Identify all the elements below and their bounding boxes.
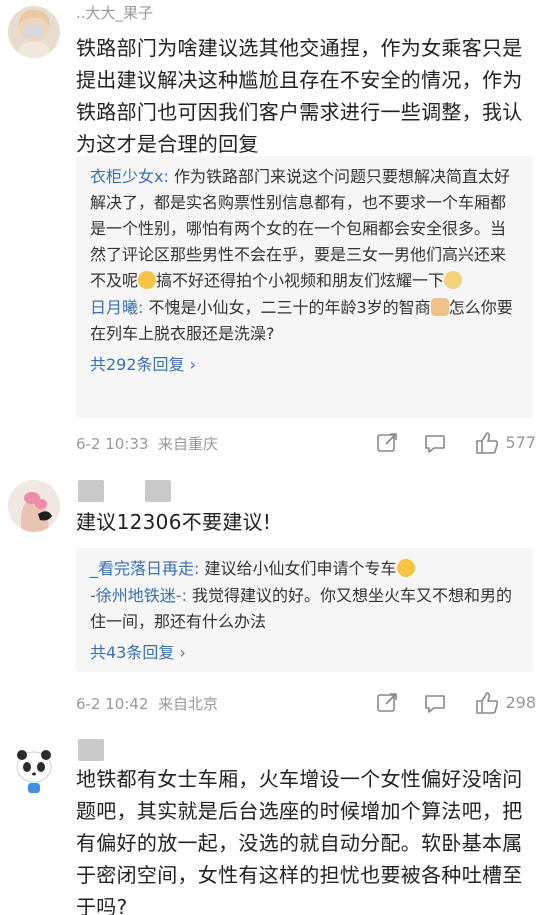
reply-text-continued: 搞不好还得拍个小视频和朋友们炫耀一下 (156, 271, 445, 290)
comment-text: 地铁都有女士车厢，火车增设一个女性偏好没啥问题吧，其实就是后台选座的时候增加个算… (76, 767, 523, 915)
reply-text: 不愧是小仙女，二三十的年龄3岁的智商 (148, 298, 431, 317)
comment-text: 建议12306不要建议! (76, 510, 272, 534)
reply-item[interactable]: -徐州地铁迷-: 我觉得建议的好。你又想坐火车又不想和男的住一间，那还有什么办法 (90, 583, 519, 635)
reply-list[interactable]: 衣柜少女x: 作为铁路部门来说这个问题只要想解决简直太好解决了，都是实名购票性别… (76, 156, 533, 418)
avatar[interactable] (8, 6, 60, 58)
username-redacted (78, 480, 104, 502)
reply-author[interactable]: -徐州地铁迷- (90, 586, 182, 605)
reply-author[interactable]: _看完落日再走 (90, 559, 194, 578)
like-icon[interactable] (474, 430, 500, 456)
reply-item[interactable]: 衣柜少女x: 作为铁路部门来说这个问题只要想解决简直太好解决了，都是实名购票性别… (90, 164, 519, 294)
like-count: 577 (505, 433, 536, 452)
dog-emoji-icon (444, 271, 463, 289)
share-icon[interactable] (374, 430, 400, 456)
like-icon[interactable] (474, 690, 500, 716)
reply-item[interactable]: 日月曦: 不愧是小仙女，二三十的年龄3岁的智商 怎么你要在列车上脱衣服还是洗澡? (90, 295, 519, 347)
avatar[interactable] (8, 743, 60, 795)
comment-meta: 6-2 10:33 来自重庆 577 (76, 430, 536, 458)
comment-text: 铁路部门为啥建议选其他交通捏，作为女乘客只是提出建议解决这种尴尬且存在不安全的情… (76, 36, 523, 156)
heart-eyes-emoji-icon (396, 559, 415, 577)
reply-text: 建议给小仙女们申请个专车 (204, 559, 397, 578)
avatar[interactable] (8, 480, 60, 532)
username-redacted (78, 739, 104, 761)
more-replies-link[interactable]: 共43条回复 › (90, 639, 519, 667)
comment-icon[interactable] (422, 430, 448, 456)
share-icon[interactable] (374, 690, 400, 716)
comment-2: 建议12306不要建议! _看完落日再走: 建议给小仙女们申请个专车 -徐州地铁… (0, 472, 545, 722)
thumbs-up-emoji-icon (430, 298, 449, 316)
comment-time: 6-2 10:33 来自重庆 (76, 435, 219, 453)
more-replies-link[interactable]: 共292条回复 › (90, 351, 519, 379)
comment-3: 地铁都有女士车厢，火车增设一个女性偏好没啥问题吧，其实就是后台选座的时候增加个算… (0, 735, 545, 915)
reply-list[interactable]: _看完落日再走: 建议给小仙女们申请个专车 -徐州地铁迷-: 我觉得建议的好。你… (76, 548, 533, 672)
comment-meta: 6-2 10:42 来自北京 298 (76, 690, 536, 718)
crying-emoji-icon (138, 271, 157, 289)
username[interactable]: ..大大_果子 (76, 2, 153, 23)
comment-time: 6-2 10:42 来自北京 (76, 695, 219, 713)
reply-item[interactable]: _看完落日再走: 建议给小仙女们申请个专车 (90, 556, 519, 582)
reply-author[interactable]: 衣柜少女x (90, 167, 163, 186)
username-redacted (145, 480, 171, 502)
reply-author[interactable]: 日月曦 (90, 298, 138, 317)
comment-icon[interactable] (422, 690, 448, 716)
comment-1: ..大大_果子 铁路部门为啥建议选其他交通捏，作为女乘客只是提出建议解决这种尴尬… (0, 0, 545, 465)
like-count: 298 (505, 693, 536, 712)
